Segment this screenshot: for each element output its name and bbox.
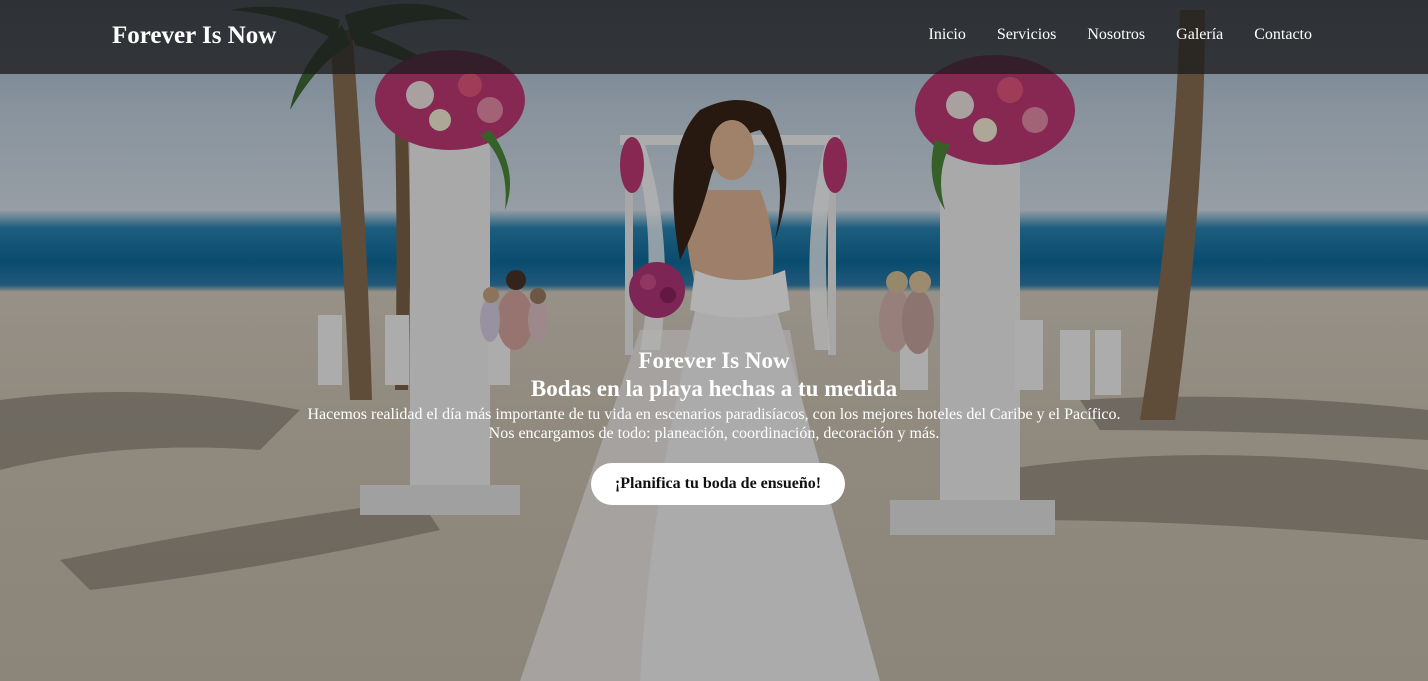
nav-menu: Inicio Servicios Nosotros Galería Contac… bbox=[929, 24, 1313, 46]
hero-content: Forever Is Now Bodas en la playa hechas … bbox=[0, 346, 1428, 443]
nav-link-servicios[interactable]: Servicios bbox=[997, 24, 1057, 46]
hero-description-line-1: Hacemos realidad el día más importante d… bbox=[307, 406, 1121, 423]
brand-logo[interactable]: Forever Is Now bbox=[112, 20, 276, 52]
nav-link-nosotros[interactable]: Nosotros bbox=[1087, 24, 1145, 46]
dark-overlay bbox=[0, 0, 1428, 681]
hero-brand: Forever Is Now bbox=[638, 348, 790, 373]
navbar: Forever Is Now Inicio Servicios Nosotros… bbox=[0, 0, 1428, 74]
hero-section: Forever Is Now Inicio Servicios Nosotros… bbox=[0, 0, 1428, 681]
nav-link-contacto[interactable]: Contacto bbox=[1254, 24, 1312, 46]
hero-description-line-2: Nos encargamos de todo: planeación, coor… bbox=[488, 425, 940, 442]
nav-link-inicio[interactable]: Inicio bbox=[929, 24, 966, 46]
plan-wedding-button[interactable]: ¡Planifica tu boda de ensueño! bbox=[591, 463, 845, 505]
hero-title: Bodas en la playa hechas a tu medida bbox=[530, 376, 898, 401]
nav-link-galeria[interactable]: Galería bbox=[1176, 24, 1223, 46]
